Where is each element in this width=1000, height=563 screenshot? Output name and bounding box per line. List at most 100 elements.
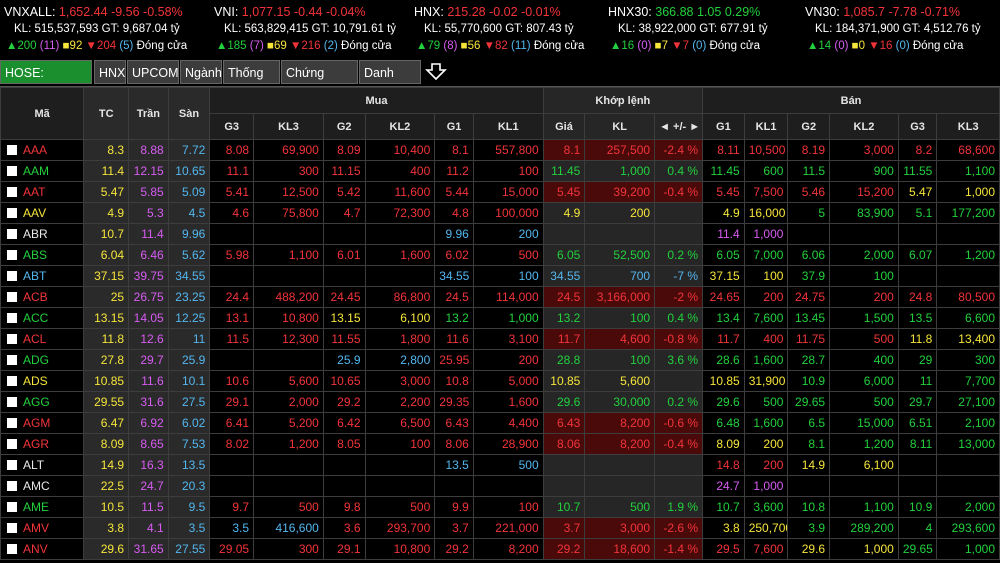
stock-symbol: ANV	[23, 542, 48, 556]
table-row[interactable]: AAA 8.3 8.88 7.72 8.08 69,900 8.09 10,400 8.1 557…	[0, 139, 1000, 161]
tab-hnx[interactable]: HNX	[94, 60, 126, 84]
sell-volume-3: 1,200	[936, 244, 1000, 266]
down-arrow-icon[interactable]	[424, 61, 448, 83]
row-checkbox[interactable]	[7, 481, 17, 491]
symbol-cell[interactable]: ABS	[0, 244, 85, 266]
row-checkbox[interactable]	[7, 271, 17, 281]
buy-price-3: 6.41	[209, 412, 255, 434]
row-checkbox[interactable]	[7, 502, 17, 512]
index-change: -0.02	[489, 5, 518, 19]
match-price: 28.8	[542, 349, 586, 371]
symbol-cell[interactable]: ACB	[0, 286, 85, 308]
symbol-cell[interactable]: AMC	[0, 475, 85, 497]
table-row[interactable]: AGG 29.55 31.6 27.5 29.1 2,000 29.2 2,200 29.35 1…	[0, 391, 1000, 413]
sell-volume-2: 500	[829, 391, 899, 413]
symbol-cell[interactable]: ACL	[0, 328, 85, 350]
tab-upcom[interactable]: UPCOM	[127, 60, 179, 84]
row-checkbox[interactable]	[7, 292, 17, 302]
row-checkbox[interactable]	[7, 439, 17, 449]
table-row[interactable]: AAV 4.9 5.3 4.5 4.6 75,800 4.7 72,300 4.8 100,000…	[0, 202, 1000, 224]
table-row[interactable]: AAT 5.47 5.85 5.09 5.41 12,500 5.42 11,600 5.44 1…	[0, 181, 1000, 203]
symbol-cell[interactable]: AGM	[0, 412, 85, 434]
sell-price-1: 6.48	[702, 412, 745, 434]
table-row[interactable]: AGM 6.47 6.92 6.02 6.41 5,200 6.42 6,500 6.43 4,4…	[0, 412, 1000, 434]
sell-price-1: 11.4	[702, 223, 745, 245]
table-row[interactable]: AAM 11.4 12.15 10.65 11.1 300 11.15 400 11.2 100 1…	[0, 160, 1000, 182]
sell-volume-1: 7,500	[743, 181, 789, 203]
table-row[interactable]: ACC 13.15 14.05 12.25 13.1 10,800 13.15 6,100 13…	[0, 307, 1000, 329]
row-checkbox[interactable]	[7, 376, 17, 386]
buy-volume-3: 416,600	[253, 517, 324, 539]
table-row[interactable]: ABS 6.04 6.46 5.62 5.98 1,100 6.01 1,600 6.02 500…	[0, 244, 1000, 266]
row-checkbox[interactable]	[7, 334, 17, 344]
row-checkbox[interactable]	[7, 229, 17, 239]
symbol-cell[interactable]: ABT	[0, 265, 85, 287]
symbol-cell[interactable]: ACC	[0, 307, 85, 329]
row-checkbox[interactable]	[7, 187, 17, 197]
ceiling-count: (7)	[249, 40, 264, 52]
decline-arrow-icon: ▼	[290, 40, 302, 52]
index-block[interactable]: VNXALL: 1,652.44 -9.56 -0.58% KL: 515,537…	[4, 4, 204, 55]
row-checkbox[interactable]	[7, 313, 17, 323]
table-row[interactable]: ANV 29.6 31.65 27.55 29.05 300 29.1 10,800 29.2 8…	[0, 538, 1000, 560]
symbol-cell[interactable]: ABR	[0, 223, 85, 245]
sell-volume-1: 16,000	[743, 202, 789, 224]
table-row[interactable]: AMC 22.5 24.7 20.3 24.7 1,000	[0, 475, 1000, 497]
table-row[interactable]: ABT 37.15 39.75 34.55 34.55 100 34.55 700 -7 % 37…	[0, 265, 1000, 287]
col-header-change-toggle[interactable]: ◄ +/- ►	[654, 113, 704, 140]
advances-count: 79	[427, 40, 441, 52]
table-row[interactable]: AMV 3.8 4.1 3.5 3.5 416,600 3.6 293,700 3.7 221,0…	[0, 517, 1000, 539]
tab-nganh[interactable]: Ngành	[180, 60, 222, 84]
row-checkbox[interactable]	[7, 544, 17, 554]
table-row[interactable]: ADG 27.8 29.7 25.9 25.9 2,800 25.95 200 28.8 100 3…	[0, 349, 1000, 371]
symbol-cell[interactable]: AAM	[0, 160, 85, 182]
index-block[interactable]: HNX: 215.28 -0.02 -0.01% KL: 55,770,600 G…	[414, 4, 614, 55]
index-block[interactable]: HNX30: 366.88 1.05 0.29% KL: 38,922,000 G…	[608, 4, 808, 55]
row-checkbox[interactable]	[7, 418, 17, 428]
symbol-cell[interactable]: ADS	[0, 370, 85, 392]
buy-volume-3	[253, 223, 324, 245]
sell-price-3: 29.65	[897, 538, 938, 560]
symbol-cell[interactable]: AAA	[0, 139, 85, 161]
symbol-cell[interactable]: AME	[0, 496, 85, 518]
index-block[interactable]: VNI: 1,077.15 -0.44 -0.04% KL: 563,829,41…	[214, 4, 414, 55]
floor-count: (11)	[511, 40, 531, 52]
tab-danh-muc[interactable]: Danh mục	[359, 60, 421, 104]
symbol-cell[interactable]: AMV	[0, 517, 85, 539]
match-change: 0.2 %	[654, 391, 704, 413]
table-row[interactable]: ALT 14.9 16.3 13.5 13.5 500 14.8 200 14.9 6,100	[0, 454, 1000, 476]
row-checkbox[interactable]	[7, 460, 17, 470]
symbol-cell[interactable]: ANV	[0, 538, 85, 560]
sell-volume-3: 7,700	[936, 370, 1000, 392]
ref-price: 29.6	[83, 538, 130, 560]
row-checkbox[interactable]	[7, 523, 17, 533]
row-checkbox[interactable]	[7, 145, 17, 155]
symbol-cell[interactable]: AAV	[0, 202, 85, 224]
symbol-cell[interactable]: AGG	[0, 391, 85, 413]
symbol-cell[interactable]: ADG	[0, 349, 85, 371]
table-row[interactable]: AGR 8.09 8.65 7.53 8.02 1,200 8.05 100 8.06 28,90…	[0, 433, 1000, 455]
tab-thong-ke[interactable]: Thống kê	[223, 60, 280, 104]
table-row[interactable]: ACL 11.8 12.6 11 11.5 12,300 11.55 1,800 11.6 3,1…	[0, 328, 1000, 350]
col-group-match: Khớp lệnh	[542, 87, 704, 114]
row-checkbox[interactable]	[7, 208, 17, 218]
table-row[interactable]: AME 10.5 11.5 9.5 9.7 500 9.8 500 9.9 100 10.7 500 1…	[0, 496, 1000, 518]
symbol-cell[interactable]: ALT	[0, 454, 85, 476]
symbol-cell[interactable]: AGR	[0, 433, 85, 455]
row-checkbox[interactable]	[7, 355, 17, 365]
sell-price-2: 5	[787, 202, 831, 224]
row-checkbox[interactable]	[7, 166, 17, 176]
tab-hose-vnxall[interactable]: HOSE: VNXALL	[0, 60, 92, 104]
row-checkbox[interactable]	[7, 397, 17, 407]
symbol-cell[interactable]: AAT	[0, 181, 85, 203]
ceiling-price: 4.1	[128, 517, 169, 539]
table-row[interactable]: ACB 25 26.75 23.25 24.4 488,200 24.45 86,800 24.…	[0, 286, 1000, 308]
tab-chung-quyen[interactable]: Chứng quyền	[281, 60, 358, 104]
col-header-sell-kl1: KL1	[743, 113, 789, 140]
row-checkbox[interactable]	[7, 250, 17, 260]
index-block[interactable]: VN30: 1,085.7 -7.78 -0.71% KL: 184,371,90…	[805, 4, 1000, 55]
index-percent: -0.71%	[920, 5, 961, 19]
buy-volume-2: 11,600	[364, 181, 436, 203]
table-row[interactable]: ADS 10.85 11.6 10.1 10.6 5,600 10.65 3,000 10.8 5…	[0, 370, 1000, 392]
table-row[interactable]: ABR 10.7 11.4 9.96 9.96 200 11.4 1,000	[0, 223, 1000, 245]
